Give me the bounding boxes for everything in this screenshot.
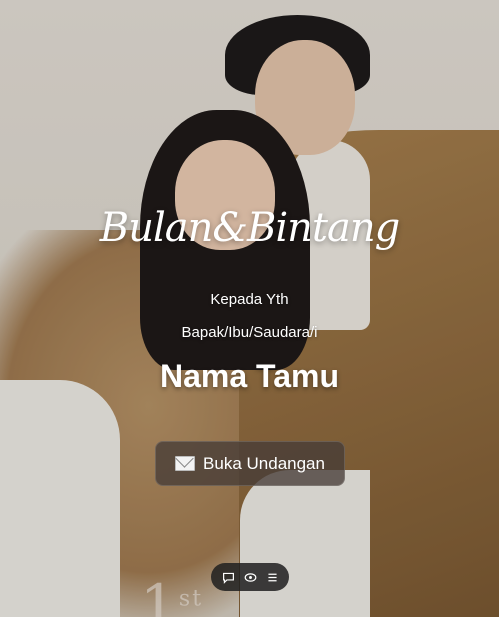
guest-name: Nama Tamu <box>159 358 339 394</box>
couple-photo: 1st <box>0 0 499 617</box>
invitation-cover: 1st Bulan&Bintang Kepada Yth Bapak/Ibu/S… <box>0 0 499 617</box>
floating-action-bar <box>211 563 289 591</box>
envelope-icon <box>175 456 196 471</box>
open-invitation-button[interactable]: Buka Undangan <box>155 441 345 486</box>
couple-title: Bulan&Bintang <box>99 205 400 251</box>
eye-icon[interactable] <box>243 570 257 584</box>
salutation-text: Bapak/Ibu/Saudara/i <box>181 324 318 341</box>
open-invitation-label: Buka Undangan <box>203 453 325 473</box>
comment-icon[interactable] <box>221 570 235 584</box>
greeting-text: Kepada Yth <box>210 291 289 308</box>
menu-icon[interactable] <box>265 570 279 584</box>
photo-overlay <box>0 0 499 617</box>
